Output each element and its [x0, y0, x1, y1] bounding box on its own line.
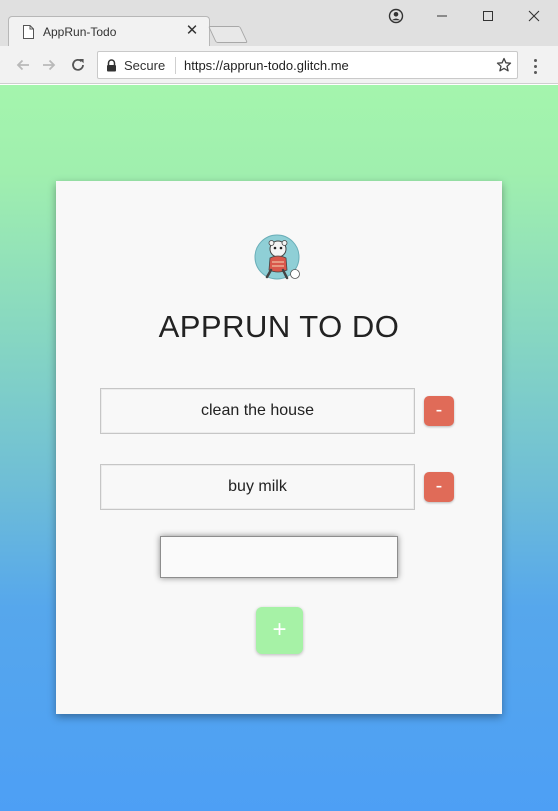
- account-icon[interactable]: [373, 0, 419, 32]
- page-icon: [23, 25, 34, 39]
- todo-item: clean the house -: [100, 388, 460, 434]
- apprun-logo: [254, 234, 300, 280]
- lock-icon: [107, 59, 116, 72]
- minimize-icon[interactable]: [419, 0, 465, 32]
- tab-title: AppRun-Todo: [43, 25, 117, 39]
- add-todo-button[interactable]: +: [256, 607, 303, 654]
- todo-item: buy milk -: [100, 464, 460, 510]
- more-menu-icon[interactable]: [528, 56, 542, 76]
- browser-titlebar: AppRun-Todo ✕: [0, 0, 558, 46]
- url-text[interactable]: https://apprun-todo.glitch.me: [184, 58, 349, 73]
- window-close-icon[interactable]: [511, 0, 557, 32]
- back-arrow-icon[interactable]: [12, 54, 34, 76]
- page-viewport: APPRUN TO DO clean the house - buy milk …: [0, 85, 558, 811]
- browser-toolbar: Secure https://apprun-todo.glitch.me: [0, 46, 558, 84]
- todo-item-text[interactable]: buy milk: [100, 464, 415, 510]
- secure-label: Secure: [124, 58, 166, 73]
- maximize-icon[interactable]: [465, 0, 511, 32]
- todo-item-text[interactable]: clean the house: [100, 388, 415, 434]
- remove-todo-button[interactable]: -: [424, 472, 454, 502]
- browser-tab-active[interactable]: AppRun-Todo ✕: [8, 16, 210, 46]
- todo-card: APPRUN TO DO clean the house - buy milk …: [56, 181, 502, 714]
- forward-arrow-icon[interactable]: [38, 54, 60, 76]
- close-icon[interactable]: ✕: [183, 22, 201, 40]
- remove-todo-button[interactable]: -: [424, 396, 454, 426]
- new-tab-button[interactable]: [208, 26, 248, 43]
- page-title: APPRUN TO DO: [158, 309, 400, 344]
- omnibox-divider: [175, 57, 176, 74]
- new-todo-input[interactable]: [160, 536, 398, 578]
- address-bar[interactable]: Secure https://apprun-todo.glitch.me: [97, 51, 518, 79]
- reload-icon[interactable]: [67, 54, 89, 76]
- star-icon[interactable]: [496, 57, 512, 73]
